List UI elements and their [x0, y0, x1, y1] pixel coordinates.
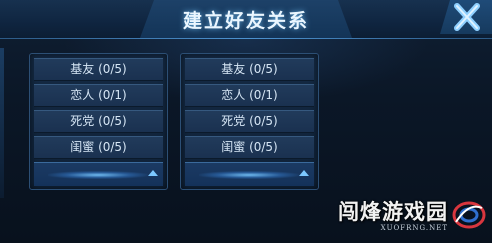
- glow-highlight: [199, 171, 299, 179]
- collapse-button[interactable]: [185, 162, 314, 186]
- watermark-domain: XUOFRNG.NET: [380, 224, 448, 232]
- relation-row-best-buddy[interactable]: 基友 (0/5): [185, 58, 314, 81]
- relationship-panel-left: 基友 (0/5) 恋人 (0/1) 死党 (0/5) 闺蜜 (0/5): [29, 53, 168, 190]
- header-divider: [0, 38, 492, 39]
- collapse-button[interactable]: [34, 162, 163, 186]
- relation-row-bestie[interactable]: 闺蜜 (0/5): [34, 136, 163, 159]
- relation-row-best-buddy[interactable]: 基友 (0/5): [34, 58, 163, 81]
- relation-row-lover[interactable]: 恋人 (0/1): [185, 84, 314, 107]
- close-x-icon: [454, 3, 480, 31]
- chevron-up-icon: [299, 170, 309, 176]
- watermark-name: 闯烽游戏园: [338, 200, 448, 224]
- title-bar: 建立好友关系: [0, 0, 492, 39]
- game-dialog: 建立好友关系 基友 (0/5) 恋人 (0/1) 死党 (0/5) 闺蜜 (0/…: [0, 0, 492, 243]
- relation-row-close-friend[interactable]: 死党 (0/5): [34, 110, 163, 133]
- relation-row-close-friend[interactable]: 死党 (0/5): [185, 110, 314, 133]
- relation-row-lover[interactable]: 恋人 (0/1): [34, 84, 163, 107]
- relation-row-bestie[interactable]: 闺蜜 (0/5): [185, 136, 314, 159]
- chevron-up-icon: [148, 170, 158, 176]
- glow-highlight: [48, 171, 148, 179]
- watermark: 闯烽游戏园 XUOFRNG.NET: [330, 196, 490, 240]
- watermark-logo-icon: [452, 201, 486, 229]
- relationship-panel-right: 基友 (0/5) 恋人 (0/1) 死党 (0/5) 闺蜜 (0/5): [180, 53, 319, 190]
- dialog-title: 建立好友关系: [182, 10, 309, 32]
- dialog-left-edge: [0, 48, 4, 198]
